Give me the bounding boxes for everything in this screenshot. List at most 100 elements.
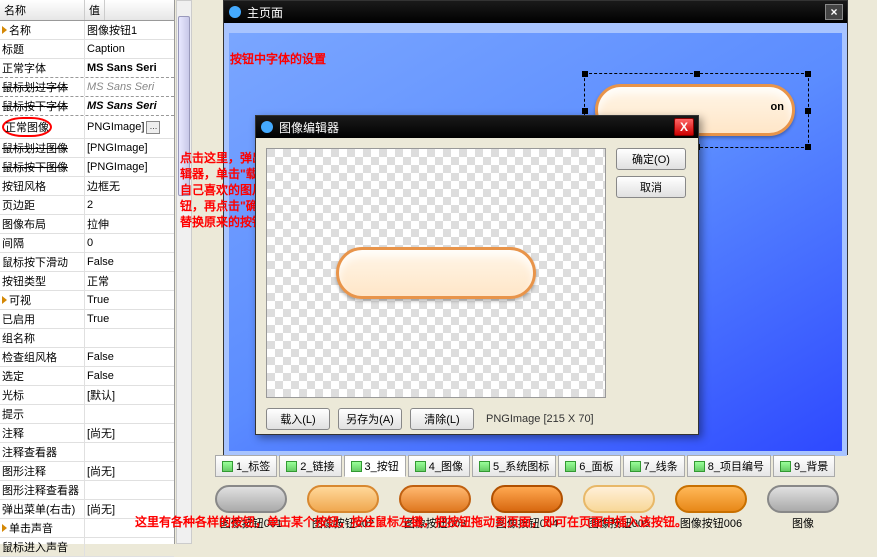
tab-9_背景[interactable]: 9_背景 bbox=[773, 455, 835, 477]
tab-6_面板[interactable]: 6_面板 bbox=[558, 455, 620, 477]
gallery-button-preview[interactable] bbox=[675, 485, 747, 513]
property-row[interactable]: 鼠标进入声音 bbox=[0, 538, 174, 557]
property-value[interactable]: [PNGImage] bbox=[85, 158, 174, 176]
property-value[interactable] bbox=[85, 329, 174, 347]
property-row[interactable]: 注释[尚无] bbox=[0, 424, 174, 443]
tab-1_标签[interactable]: 1_标签 bbox=[215, 455, 277, 477]
property-row[interactable]: 鼠标划过图像[PNGImage] bbox=[0, 139, 174, 158]
property-value[interactable]: True bbox=[85, 291, 174, 309]
property-value[interactable]: 边框无 bbox=[85, 177, 174, 195]
property-name: 注释 bbox=[0, 424, 85, 442]
load-button[interactable]: 载入(L) bbox=[266, 408, 330, 430]
property-value[interactable]: 拉伸 bbox=[85, 215, 174, 233]
resize-handle[interactable] bbox=[582, 108, 588, 114]
resize-handle[interactable] bbox=[805, 108, 811, 114]
property-value[interactable]: [尚无] bbox=[85, 462, 174, 480]
gallery-button-preview[interactable] bbox=[399, 485, 471, 513]
close-icon[interactable]: X bbox=[674, 118, 694, 136]
property-row[interactable]: 可视True bbox=[0, 291, 174, 310]
property-row[interactable]: 图形注释[尚无] bbox=[0, 462, 174, 481]
property-value[interactable] bbox=[85, 443, 174, 461]
gallery-button-preview[interactable] bbox=[583, 485, 655, 513]
property-row[interactable]: 注释查看器 bbox=[0, 443, 174, 462]
property-row[interactable]: 鼠标按下滑动False bbox=[0, 253, 174, 272]
property-value[interactable]: [默认] bbox=[85, 386, 174, 404]
close-icon[interactable]: × bbox=[825, 4, 843, 20]
property-value[interactable]: 2 bbox=[85, 196, 174, 214]
tab-4_图像[interactable]: 4_图像 bbox=[408, 455, 470, 477]
saveas-button[interactable]: 另存为(A) bbox=[338, 408, 402, 430]
tab-8_项目编号[interactable]: 8_项目编号 bbox=[687, 455, 771, 477]
resize-handle[interactable] bbox=[694, 71, 700, 77]
property-row[interactable]: 图形注释查看器 bbox=[0, 481, 174, 500]
property-value[interactable] bbox=[85, 481, 174, 499]
property-row[interactable]: 已启用True bbox=[0, 310, 174, 329]
property-row[interactable]: 组名称 bbox=[0, 329, 174, 348]
image-editor-titlebar[interactable]: 图像编辑器 X bbox=[256, 116, 698, 138]
main-page-titlebar[interactable]: 主页面 × bbox=[224, 1, 847, 23]
property-value[interactable]: 正常 bbox=[85, 272, 174, 290]
property-scrollbar[interactable] bbox=[176, 0, 192, 544]
property-value[interactable]: MS Sans Seri bbox=[85, 97, 174, 115]
property-value[interactable]: PNGImage]… bbox=[85, 116, 174, 138]
property-row[interactable]: 鼠标按下图像[PNGImage] bbox=[0, 158, 174, 177]
property-value[interactable]: Caption bbox=[85, 40, 174, 58]
tab-7_线条[interactable]: 7_线条 bbox=[623, 455, 685, 477]
property-name: 检查组风格 bbox=[0, 348, 85, 366]
property-row[interactable]: 按钮类型正常 bbox=[0, 272, 174, 291]
property-value[interactable] bbox=[85, 538, 174, 556]
tab-5_系统图标[interactable]: 5_系统图标 bbox=[472, 455, 556, 477]
gallery-button-preview[interactable] bbox=[307, 485, 379, 513]
property-value[interactable]: MS Sans Seri bbox=[85, 59, 174, 77]
ok-button[interactable]: 确定(O) bbox=[616, 148, 686, 170]
property-row[interactable]: 提示 bbox=[0, 405, 174, 424]
property-row[interactable]: 页边距2 bbox=[0, 196, 174, 215]
tab-2_链接[interactable]: 2_链接 bbox=[279, 455, 341, 477]
expand-icon[interactable] bbox=[2, 524, 7, 532]
resize-handle[interactable] bbox=[805, 144, 811, 150]
gallery-item[interactable]: 图像 bbox=[767, 485, 839, 531]
property-row[interactable]: 图像布局拉伸 bbox=[0, 215, 174, 234]
property-name: 弹出菜单(右击) bbox=[0, 500, 85, 518]
property-value[interactable]: True bbox=[85, 310, 174, 328]
property-row[interactable]: 按钮风格边框无 bbox=[0, 177, 174, 196]
property-value[interactable]: False bbox=[85, 253, 174, 271]
property-row[interactable]: 鼠标按下字体MS Sans Seri bbox=[0, 97, 174, 116]
property-name: 名称 bbox=[0, 21, 85, 39]
property-grid: 名称 值 名称图像按钮1标题Caption正常字体MS Sans Seri鼠标划… bbox=[0, 0, 175, 544]
property-row[interactable]: 名称图像按钮1 bbox=[0, 21, 174, 40]
property-name: 单击声音 bbox=[0, 519, 85, 537]
property-row[interactable]: 选定False bbox=[0, 367, 174, 386]
property-row[interactable]: 标题Caption bbox=[0, 40, 174, 59]
resize-handle[interactable] bbox=[582, 71, 588, 77]
expand-icon[interactable] bbox=[2, 26, 7, 34]
property-row[interactable]: 光标[默认] bbox=[0, 386, 174, 405]
cancel-button[interactable]: 取消 bbox=[616, 176, 686, 198]
gallery-button-preview[interactable] bbox=[491, 485, 563, 513]
property-value[interactable]: [PNGImage] bbox=[85, 139, 174, 157]
property-row[interactable]: 间隔0 bbox=[0, 234, 174, 253]
property-name: 图形注释查看器 bbox=[0, 481, 85, 499]
ellipsis-button[interactable]: … bbox=[146, 121, 160, 134]
property-value[interactable]: [尚无] bbox=[85, 424, 174, 442]
resize-handle[interactable] bbox=[805, 71, 811, 77]
tab-3_按钮[interactable]: 3_按钮 bbox=[344, 455, 406, 477]
property-row[interactable]: 检查组风格False bbox=[0, 348, 174, 367]
gallery-button-preview[interactable] bbox=[215, 485, 287, 513]
property-row[interactable]: 鼠标划过字体MS Sans Seri bbox=[0, 78, 174, 97]
property-value[interactable] bbox=[85, 405, 174, 423]
gallery-button-preview[interactable] bbox=[767, 485, 839, 513]
clear-button[interactable]: 清除(L) bbox=[410, 408, 474, 430]
property-value[interactable]: 图像按钮1 bbox=[85, 21, 174, 39]
property-value[interactable]: False bbox=[85, 367, 174, 385]
property-name: 提示 bbox=[0, 405, 85, 423]
property-value[interactable]: False bbox=[85, 348, 174, 366]
gallery-label: 图像 bbox=[767, 515, 839, 531]
property-value[interactable]: 0 bbox=[85, 234, 174, 252]
expand-icon[interactable] bbox=[2, 296, 7, 304]
property-row[interactable]: 正常图像PNGImage]… bbox=[0, 116, 174, 139]
window-icon bbox=[228, 5, 242, 19]
property-name: 鼠标进入声音 bbox=[0, 538, 85, 556]
property-value[interactable]: MS Sans Seri bbox=[85, 78, 174, 96]
property-row[interactable]: 正常字体MS Sans Seri bbox=[0, 59, 174, 78]
